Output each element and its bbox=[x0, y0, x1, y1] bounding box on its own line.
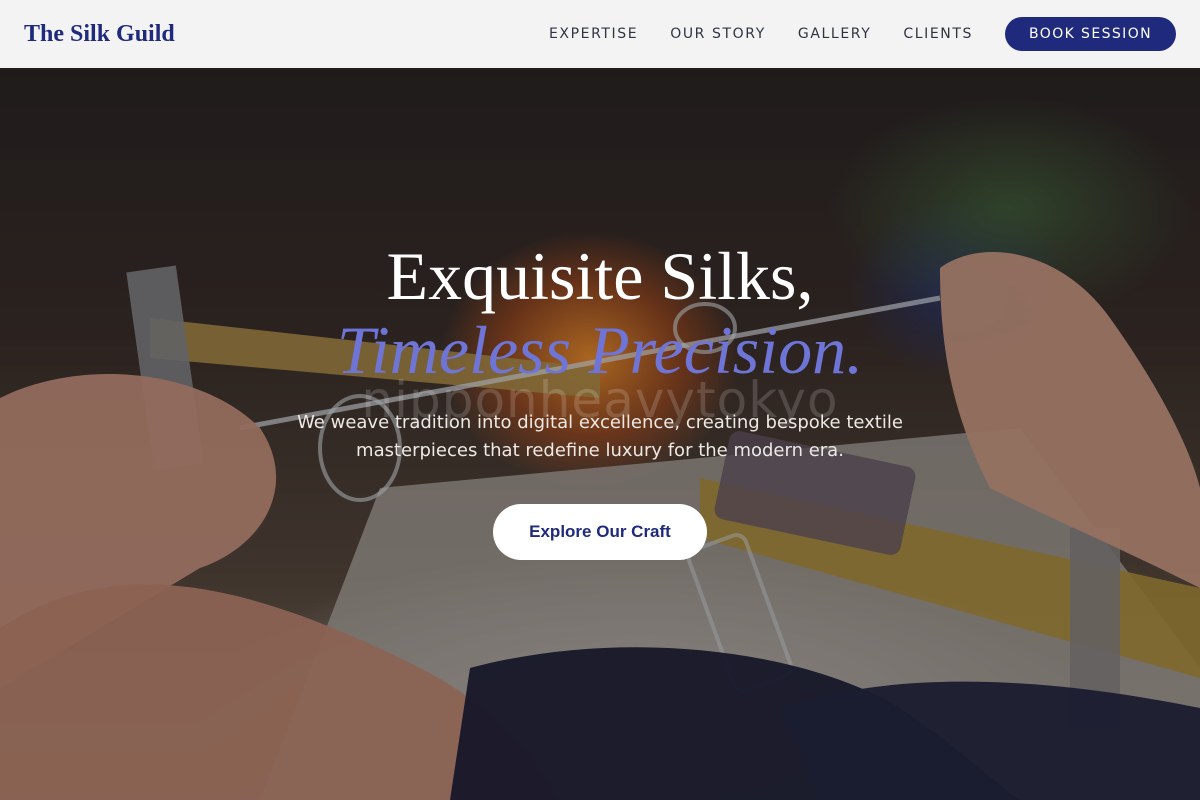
site-header: The Silk Guild EXPERTISE OUR STORY GALLE… bbox=[0, 0, 1200, 68]
book-session-button[interactable]: BOOK SESSION bbox=[1005, 17, 1176, 51]
explore-our-craft-button[interactable]: Explore Our Craft bbox=[493, 504, 707, 560]
nav-link-our-story[interactable]: OUR STORY bbox=[670, 26, 766, 42]
site-logo[interactable]: The Silk Guild bbox=[24, 21, 175, 48]
main-nav: EXPERTISE OUR STORY GALLERY CLIENTS BOOK… bbox=[517, 17, 1176, 51]
nav-link-expertise[interactable]: EXPERTISE bbox=[549, 26, 638, 42]
hero-headline-line1: Exquisite Silks, bbox=[386, 238, 814, 314]
nav-link-clients[interactable]: CLIENTS bbox=[903, 26, 973, 42]
nav-link-gallery[interactable]: GALLERY bbox=[798, 26, 871, 42]
hero-section: Exquisite Silks, Timeless Precision. nip… bbox=[0, 68, 1200, 800]
hero-subtitle: We weave tradition into digital excellen… bbox=[297, 412, 903, 461]
